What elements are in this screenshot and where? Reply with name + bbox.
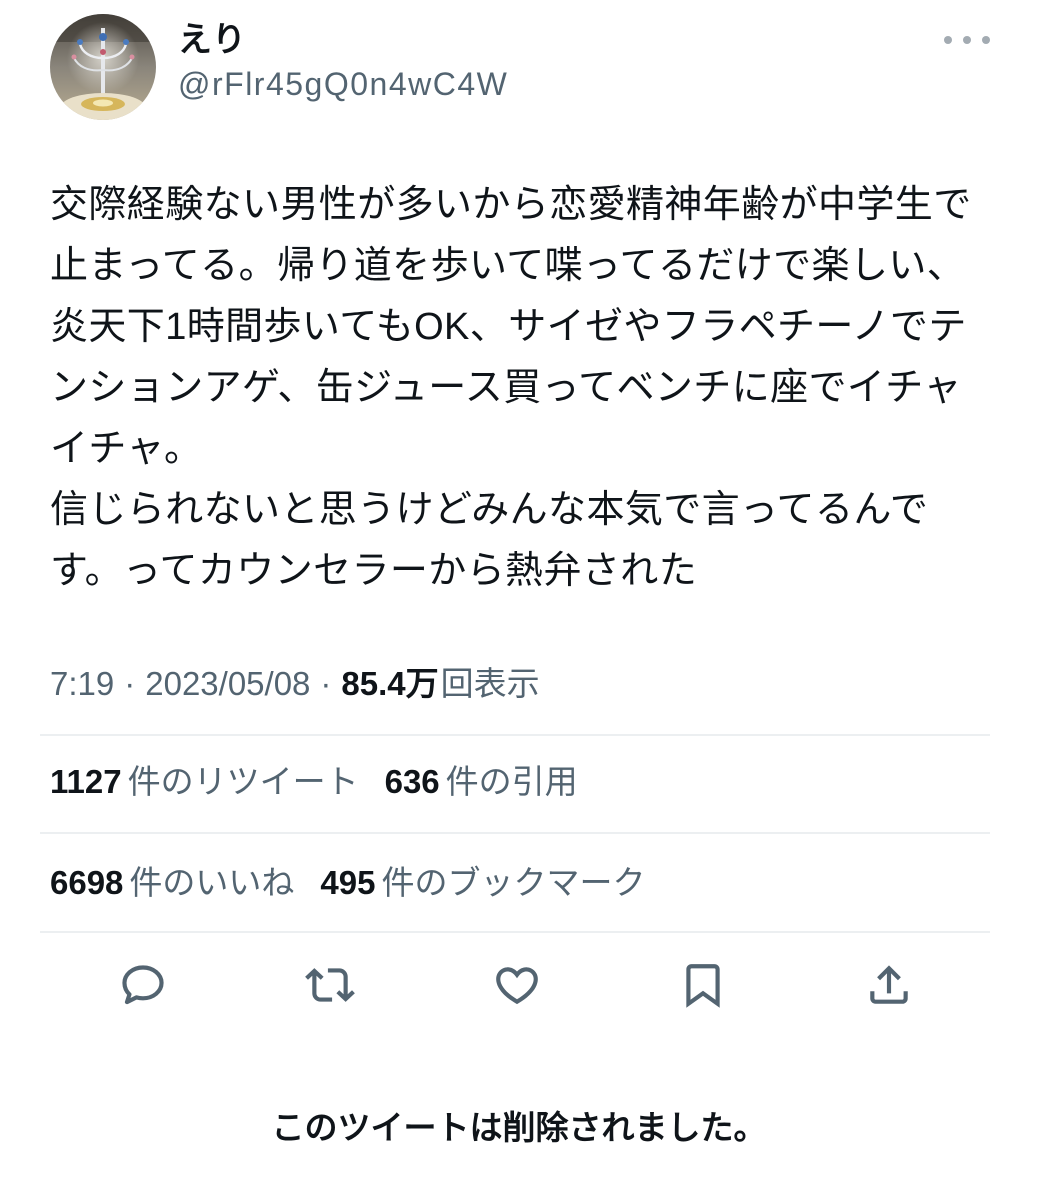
tweet-text-line: ンションアゲ、缶ジュース買ってベンチに座でイチャ [50, 367, 962, 409]
likes-count: 6698 [50, 864, 124, 901]
meta-separator: · [320, 665, 332, 702]
bookmark-icon [686, 964, 720, 1008]
more-horizontal-icon [944, 36, 990, 44]
views-count: 85.4万 [341, 665, 439, 702]
reply-button[interactable] [115, 957, 171, 1013]
quotes-count: 636 [384, 763, 440, 800]
action-bar [0, 957, 1038, 1013]
quotes-label: 件の引用 [445, 763, 578, 800]
likes-stat[interactable]: 6698 件のいいね [50, 861, 294, 905]
tweet-text-line: 止まってる。帰り道を歩いて喋ってるだけで楽しい、 [50, 245, 966, 287]
bookmarks-stat[interactable]: 495 件のブックマーク [320, 861, 645, 905]
retweet-button[interactable] [302, 957, 358, 1013]
user-handle[interactable]: @rFlr45gQ0n4wC4W [178, 64, 508, 104]
tweet-meta: 7:19 · 2023/05/08 · 85.4万 回表示 [50, 664, 540, 704]
bookmarks-count: 495 [320, 864, 376, 901]
avatar[interactable] [50, 14, 156, 120]
reply-icon [122, 965, 164, 1005]
stats-row-engagement: 6698 件のいいね 495 件のブックマーク [50, 861, 671, 905]
deleted-tweet-notice: このツイートは削除されました。 [271, 1109, 767, 1146]
tweet-text-line: 信じられないと思うけどみんな本気で言ってるんで [50, 489, 929, 531]
divider [40, 832, 990, 834]
bookmark-button[interactable] [675, 957, 731, 1013]
display-name[interactable]: えり [178, 18, 246, 62]
divider [40, 734, 990, 736]
stats-row-reposts: 1127 件のリツイート 636 件の引用 [50, 760, 604, 804]
share-button[interactable] [861, 957, 917, 1013]
more-button[interactable] [944, 28, 990, 52]
tweet-time[interactable]: 7:19 [50, 664, 114, 704]
tweet-text-line: イチャ。 [50, 428, 203, 470]
meta-separator: · [124, 665, 136, 702]
tweet-detail-page: えり @rFlr45gQ0n4wC4W 交際経験ない男性が多いから恋愛精神年齢が… [0, 0, 1038, 1200]
bookmarks-label: 件のブックマーク [381, 864, 646, 901]
retweets-count: 1127 [50, 763, 122, 800]
like-button[interactable] [489, 957, 545, 1013]
tweet-date[interactable]: 2023/05/08 [145, 664, 310, 704]
retweet-icon [305, 968, 355, 1002]
tweet-text-line: 交際経験ない男性が多いから恋愛精神年齢が中学生で [50, 184, 972, 226]
tweet-text-line: 炎天下1時間歩いてもOK、サイゼやフラペチーノでテ [50, 306, 967, 348]
likes-label: 件のいいね [129, 864, 295, 901]
avatar-photo [50, 14, 156, 120]
retweets-stat[interactable]: 1127 件のリツイート [50, 760, 359, 804]
retweets-label: 件のリツイート [127, 763, 359, 800]
heart-icon [496, 967, 538, 1005]
tweet-text-line: す。ってカウンセラーから熱弁された [50, 550, 698, 592]
share-icon [870, 965, 908, 1004]
quotes-stat[interactable]: 636 件の引用 [385, 760, 578, 804]
views-label: 回表示 [440, 665, 540, 702]
tweet-text: 交際経験ない男性が多いから恋愛精神年齢が中学生で 止まってる。帰り道を歩いて喋っ… [50, 175, 1010, 602]
divider [40, 931, 990, 933]
